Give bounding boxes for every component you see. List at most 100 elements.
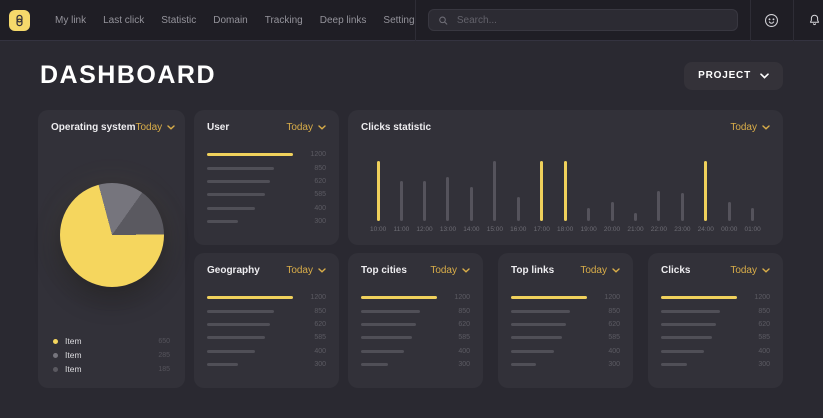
period-dropdown[interactable]: Today [286, 265, 326, 276]
hbar-row: 850 [361, 304, 470, 317]
vbar [634, 213, 637, 221]
hbar-value: 400 [302, 348, 326, 355]
period-label: Today [135, 122, 162, 133]
period-dropdown[interactable]: Today [730, 122, 770, 133]
hbar-value: 620 [746, 321, 770, 328]
vbar-column: 18:00 [557, 143, 573, 233]
period-dropdown[interactable]: Today [135, 122, 175, 133]
nav-item-last-click[interactable]: Last click [103, 15, 144, 26]
time-label: 14:00 [463, 226, 479, 233]
hbar-track [207, 193, 302, 196]
dashboard-grid: Operating system Today Item650Item285Ite… [0, 90, 823, 388]
hbar [661, 323, 716, 326]
pie-chart [60, 183, 164, 287]
card-header: Operating system Today [51, 122, 172, 133]
hbar-track [361, 336, 446, 339]
divider [415, 0, 416, 41]
vbar [540, 161, 543, 221]
hbar-track [361, 363, 446, 366]
hbar-track [207, 296, 302, 300]
hbar-row: 400 [361, 345, 470, 358]
hbar-value: 300 [302, 361, 326, 368]
hbar-track [511, 350, 596, 353]
hbar-accent [511, 296, 587, 300]
card-top-cities: Top cities Today 1200850620585400300 [348, 253, 483, 388]
vbar [517, 197, 520, 221]
app-root: My link Last click Statistic Domain Tracking… [0, 0, 823, 388]
vbar-track [681, 161, 684, 221]
smiley-face-icon [763, 12, 780, 29]
hbar-row: 400 [511, 345, 620, 358]
nav-right [415, 0, 823, 40]
nav-item-deep-links[interactable]: Deep links [320, 15, 367, 26]
period-dropdown[interactable]: Today [580, 265, 620, 276]
pie-legend: Item650Item285Item185 [51, 336, 172, 376]
bell-icon [807, 13, 822, 28]
card-title: Clicks [661, 265, 690, 276]
hbar-row: 300 [207, 215, 326, 228]
nav-item-my-link[interactable]: My link [55, 15, 86, 26]
pie-chart-area [51, 133, 172, 336]
hbar-row: 620 [511, 318, 620, 331]
card-clicks-statistic: Clicks statistic Today 10:0011:0012:0013… [348, 110, 783, 245]
hbar-track [661, 363, 746, 366]
hbar-value: 300 [302, 218, 326, 225]
vbar [470, 187, 473, 221]
search-input[interactable] [455, 14, 728, 27]
card-top-links: Top links Today 1200850620585400300 [498, 253, 633, 388]
hbar [207, 220, 238, 223]
vbar [446, 177, 449, 221]
hbar-track [511, 363, 596, 366]
hbar-value: 1200 [446, 294, 470, 301]
hbar-value: 850 [596, 308, 620, 315]
hbar-track [207, 350, 302, 353]
time-label: 10:00 [370, 226, 386, 233]
notifications-button[interactable] [794, 13, 823, 28]
logo-button[interactable] [9, 10, 30, 31]
hbar-track [661, 336, 746, 339]
bottom-row: Top cities Today 1200850620585400300 Top… [348, 253, 783, 388]
hbar-value: 400 [746, 348, 770, 355]
nav-item-tracking[interactable]: Tracking [265, 15, 303, 26]
hbar-chart: 1200850620585400300 [207, 291, 326, 371]
chevron-down-icon [318, 125, 326, 130]
chevron-down-icon [167, 125, 175, 130]
vbar-column: 00:00 [721, 143, 737, 233]
navbar: My link Last click Statistic Domain Tracking… [0, 0, 823, 41]
hbar-track [207, 310, 302, 313]
time-label: 21:00 [627, 226, 643, 233]
hbar-track [661, 296, 746, 300]
card-title: Operating system [51, 122, 135, 133]
nav-item-domain[interactable]: Domain [213, 15, 247, 26]
hbar-value: 585 [446, 334, 470, 341]
hbar-track [207, 180, 302, 183]
vbar-track [751, 161, 754, 221]
support-button[interactable] [751, 12, 793, 29]
hbar-value: 1200 [746, 294, 770, 301]
nav-item-statistic[interactable]: Statistic [161, 15, 196, 26]
period-dropdown[interactable]: Today [730, 265, 770, 276]
search-box[interactable] [428, 9, 738, 31]
period-dropdown[interactable]: Today [286, 122, 326, 133]
hbar-row: 585 [207, 188, 326, 201]
period-dropdown[interactable]: Today [430, 265, 470, 276]
time-label: 01:00 [745, 226, 761, 233]
nav-item-setting[interactable]: Setting [383, 15, 414, 26]
hbar-accent [661, 296, 737, 300]
legend-value: 650 [158, 338, 170, 345]
card-user: User Today 1200850620585400300 [194, 110, 339, 245]
legend-dot [53, 339, 58, 344]
vbar-column: 11:00 [393, 143, 409, 233]
period-label: Today [430, 265, 457, 276]
vbar [657, 191, 660, 221]
project-dropdown[interactable]: PROJECT [684, 62, 783, 90]
hbar-value: 850 [746, 308, 770, 315]
hbar-track [511, 336, 596, 339]
hbar-value: 585 [302, 191, 326, 198]
hbar [207, 207, 255, 210]
vbar-track [493, 161, 496, 221]
hbar-track [661, 350, 746, 353]
hbar-row: 1200 [207, 291, 326, 304]
hbar-row: 585 [661, 331, 770, 344]
hbar-row: 850 [511, 304, 620, 317]
